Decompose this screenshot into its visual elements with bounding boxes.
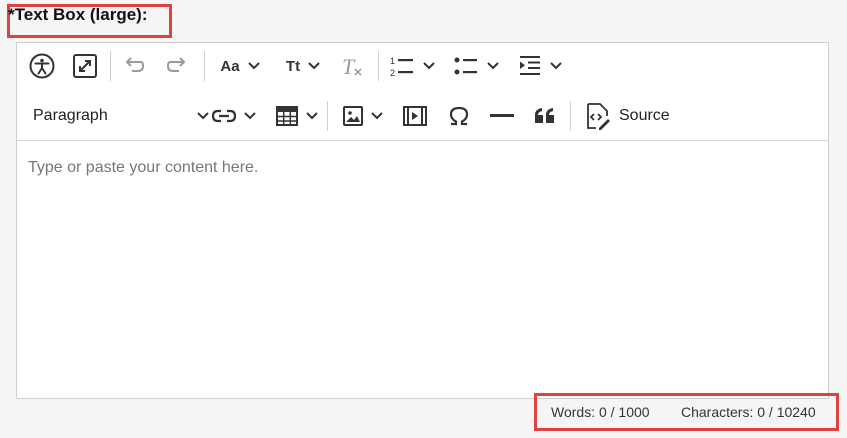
table-button[interactable] bbox=[272, 99, 322, 133]
media-embed-icon bbox=[403, 106, 427, 126]
source-button[interactable]: Source bbox=[585, 99, 670, 133]
undo-button[interactable] bbox=[117, 49, 151, 83]
redo-button[interactable] bbox=[160, 49, 194, 83]
svg-text:1: 1 bbox=[390, 56, 395, 66]
numbered-list-button[interactable]: 1 2 bbox=[386, 49, 438, 83]
editor-content-area[interactable]: Type or paste your content here. bbox=[17, 141, 828, 398]
image-icon bbox=[343, 106, 363, 126]
accessibility-icon bbox=[29, 53, 55, 79]
word-count: Words: 0 / 1000 bbox=[551, 404, 650, 420]
character-count: Characters: 0 / 10240 bbox=[681, 404, 816, 420]
indent-button[interactable] bbox=[514, 49, 566, 83]
font-size-button[interactable]: Tt bbox=[279, 49, 327, 83]
chevron-down-icon bbox=[308, 62, 320, 70]
source-label: Source bbox=[619, 107, 670, 124]
block-quote-button[interactable] bbox=[530, 99, 560, 133]
toolbar-separator bbox=[110, 51, 111, 81]
bulleted-list-button[interactable] bbox=[450, 49, 502, 83]
toolbar-separator bbox=[570, 101, 571, 131]
paragraph-format-dropdown[interactable]: Paragraph bbox=[33, 99, 209, 133]
editor-placeholder: Type or paste your content here. bbox=[28, 159, 259, 176]
redo-icon bbox=[166, 57, 186, 72]
font-family-button[interactable]: Aa bbox=[216, 49, 264, 83]
font-size-icon: Tt bbox=[285, 57, 301, 75]
link-button[interactable] bbox=[209, 99, 259, 133]
media-embed-button[interactable] bbox=[400, 99, 430, 133]
undo-icon bbox=[125, 57, 145, 72]
toolbar-separator bbox=[204, 51, 205, 81]
chevron-down-icon bbox=[487, 62, 499, 70]
chevron-down-icon bbox=[371, 112, 383, 120]
remove-format-icon: T bbox=[340, 54, 364, 79]
image-button[interactable] bbox=[339, 99, 387, 133]
table-icon bbox=[276, 106, 298, 126]
horizontal-line-button[interactable] bbox=[487, 99, 517, 133]
chevron-down-icon bbox=[244, 112, 256, 120]
source-code-icon bbox=[587, 103, 610, 130]
horizontal-line-icon bbox=[490, 114, 514, 117]
fullscreen-icon bbox=[73, 54, 97, 78]
numbered-list-icon: 1 2 bbox=[390, 56, 413, 78]
accessibility-button[interactable] bbox=[25, 49, 59, 83]
link-icon bbox=[212, 109, 236, 123]
paragraph-format-label: Paragraph bbox=[33, 107, 108, 124]
fullscreen-button[interactable] bbox=[68, 49, 102, 83]
omega-icon bbox=[449, 106, 469, 126]
chevron-down-icon bbox=[247, 62, 260, 70]
chevron-down-icon bbox=[197, 112, 209, 120]
toolbar-separator bbox=[327, 101, 328, 131]
field-label: *Text Box (large): bbox=[8, 5, 148, 24]
chevron-down-icon bbox=[423, 62, 435, 70]
quote-icon bbox=[535, 108, 554, 123]
indent-icon bbox=[520, 56, 540, 75]
bulleted-list-icon bbox=[454, 57, 477, 75]
chevron-down-icon bbox=[306, 112, 318, 120]
toolbar-separator bbox=[378, 51, 379, 81]
special-characters-button[interactable] bbox=[444, 99, 474, 133]
svg-text:2: 2 bbox=[390, 68, 395, 78]
remove-format-button[interactable]: T bbox=[337, 49, 367, 83]
editor-toolbar: Aa Tt T 1 2 Paragraph Source bbox=[17, 43, 828, 141]
rich-text-editor: Aa Tt T 1 2 Paragraph Source Type or pas… bbox=[16, 42, 829, 399]
font-family-icon: Aa bbox=[220, 57, 240, 75]
chevron-down-icon bbox=[550, 62, 562, 70]
